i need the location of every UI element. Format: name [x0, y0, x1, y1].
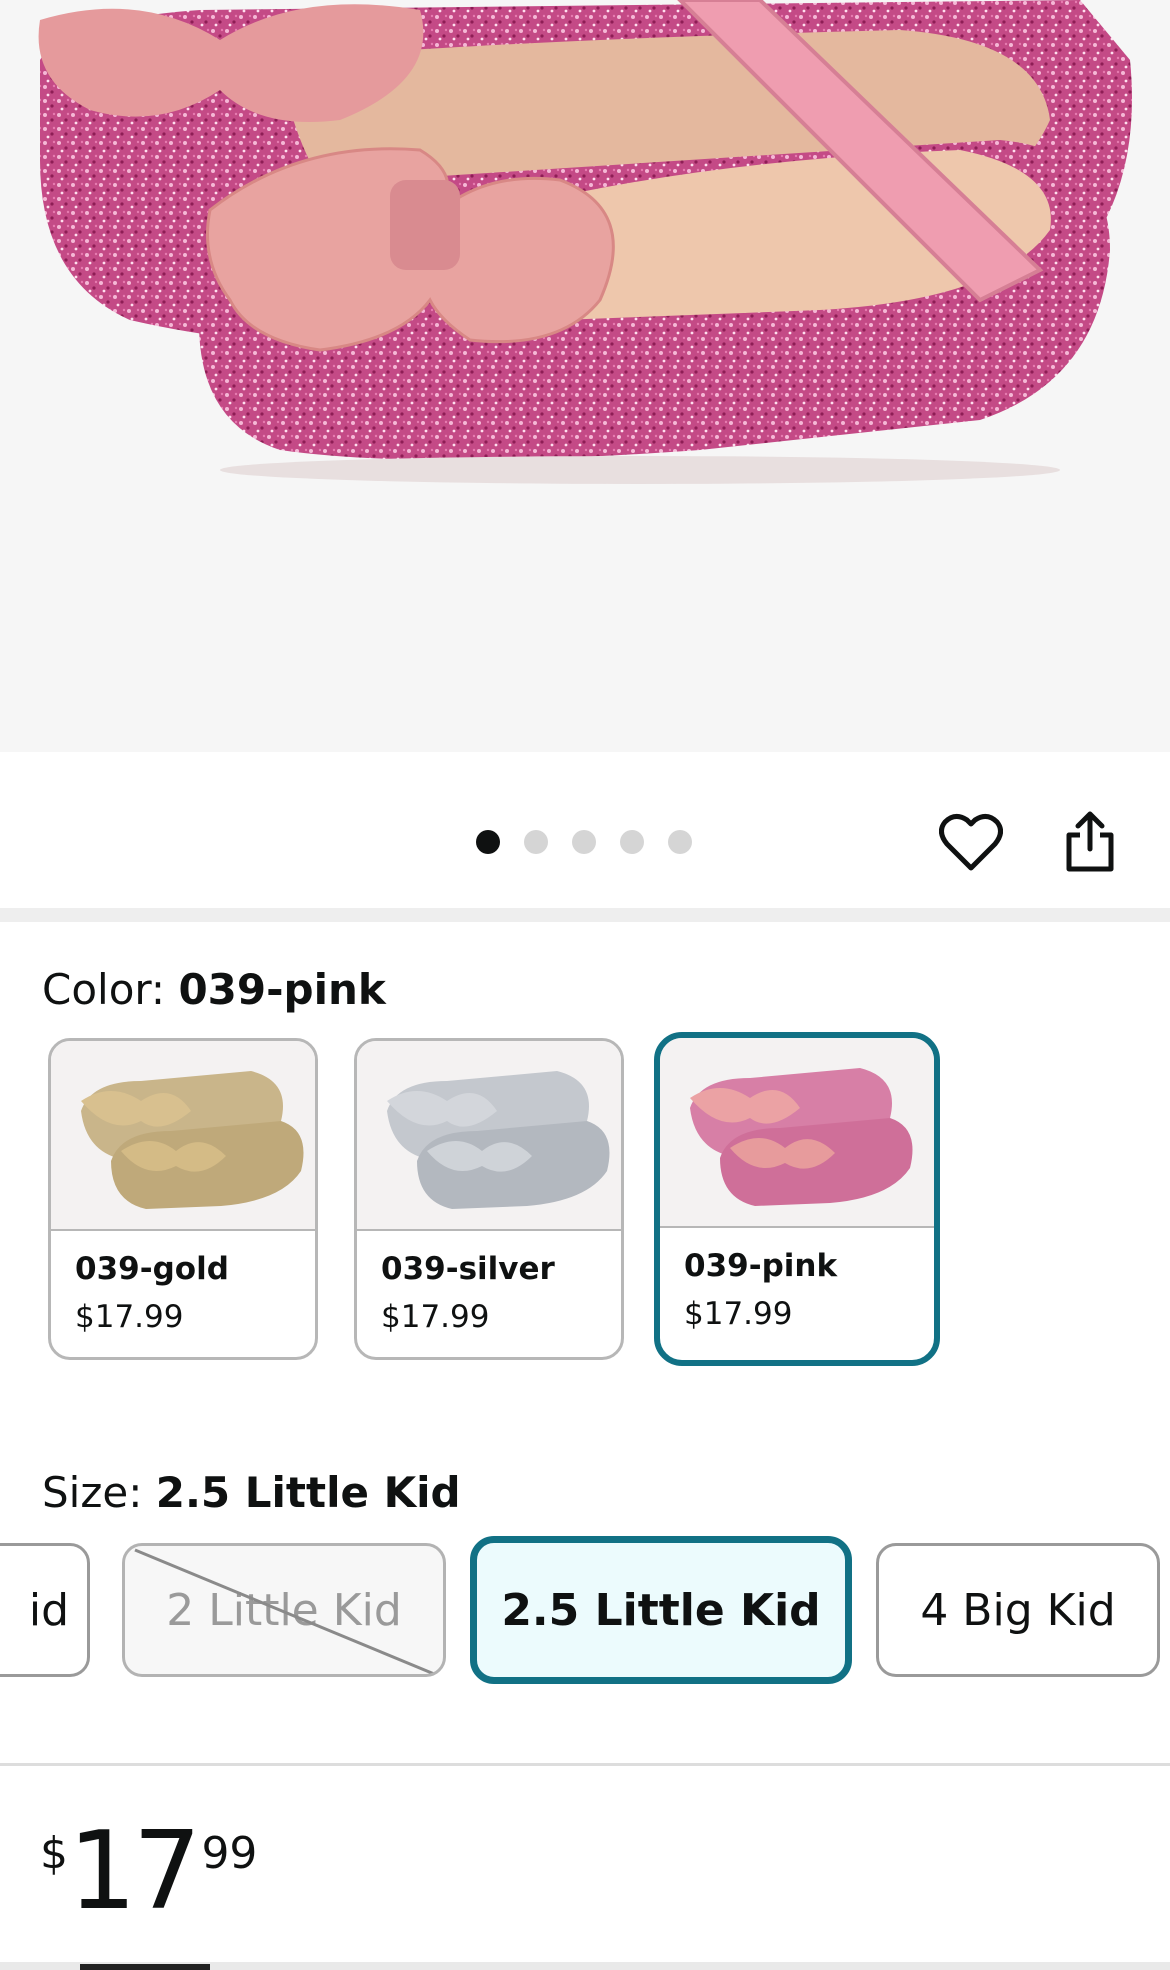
- price-currency-symbol: $: [40, 1828, 68, 1879]
- color-swatch-silver[interactable]: 039-silver $17.99: [354, 1038, 624, 1360]
- size-option-label: 4 Big Kid: [920, 1584, 1116, 1636]
- pagination-dot-4[interactable]: [620, 830, 644, 854]
- selected-color-value: 039-pink: [178, 965, 386, 1014]
- size-label-row: Size: 2.5 Little Kid: [42, 1468, 461, 1517]
- wishlist-button[interactable]: [931, 802, 1011, 882]
- size-option-label: 2.5 Little Kid: [501, 1584, 821, 1636]
- size-label: Size:: [42, 1468, 143, 1517]
- gold-shoes-thumbnail: [81, 1071, 304, 1209]
- product-image[interactable]: [0, 0, 1170, 752]
- selected-size-value: 2.5 Little Kid: [155, 1468, 461, 1517]
- image-pagination: [476, 830, 692, 854]
- size-option-partial[interactable]: id: [0, 1543, 90, 1677]
- pagination-dot-5[interactable]: [668, 830, 692, 854]
- pink-shoes-illustration: [38, 0, 1132, 484]
- swatch-thumbnail-pink: [660, 1038, 934, 1228]
- color-swatch-pink[interactable]: 039-pink $17.99: [654, 1032, 940, 1366]
- price-whole: 17: [68, 1809, 201, 1934]
- swatch-thumbnail-silver: [357, 1041, 621, 1231]
- color-swatch-gold[interactable]: 039-gold $17.99: [48, 1038, 318, 1360]
- swatch-price: $17.99: [684, 1296, 793, 1332]
- swatch-name: 039-pink: [684, 1248, 838, 1284]
- silver-shoes-thumbnail: [387, 1071, 610, 1209]
- price-divider: [0, 1763, 1170, 1766]
- color-label: Color:: [42, 965, 166, 1014]
- price-fraction: 99: [201, 1828, 258, 1879]
- share-icon: [1066, 811, 1114, 872]
- swatch-thumbnail-gold: [51, 1041, 315, 1231]
- section-divider: [0, 908, 1170, 922]
- color-label-row: Color: 039-pink: [42, 965, 386, 1014]
- size-option-label: id: [28, 1584, 69, 1636]
- swatch-name: 039-silver: [381, 1251, 555, 1287]
- unavailable-strike-icon: [134, 1548, 439, 1674]
- pagination-dot-2[interactable]: [524, 830, 548, 854]
- share-button[interactable]: [1050, 802, 1130, 882]
- pink-shoes-thumbnail: [690, 1068, 913, 1206]
- size-option-4-big-kid[interactable]: 4 Big Kid: [876, 1543, 1160, 1677]
- swatch-price: $17.99: [75, 1299, 184, 1335]
- heart-icon: [939, 814, 1003, 871]
- swatch-name: 039-gold: [75, 1251, 229, 1287]
- swatch-price: $17.99: [381, 1299, 490, 1335]
- pagination-dot-1[interactable]: [476, 830, 500, 854]
- size-option-2-5-little-kid[interactable]: 2.5 Little Kid: [470, 1536, 852, 1684]
- pagination-dot-3[interactable]: [572, 830, 596, 854]
- price-display: $ 17 99: [40, 1818, 257, 1928]
- size-option-2-little-kid[interactable]: 2 Little Kid: [122, 1543, 446, 1677]
- bottom-indicator: [80, 1964, 210, 1970]
